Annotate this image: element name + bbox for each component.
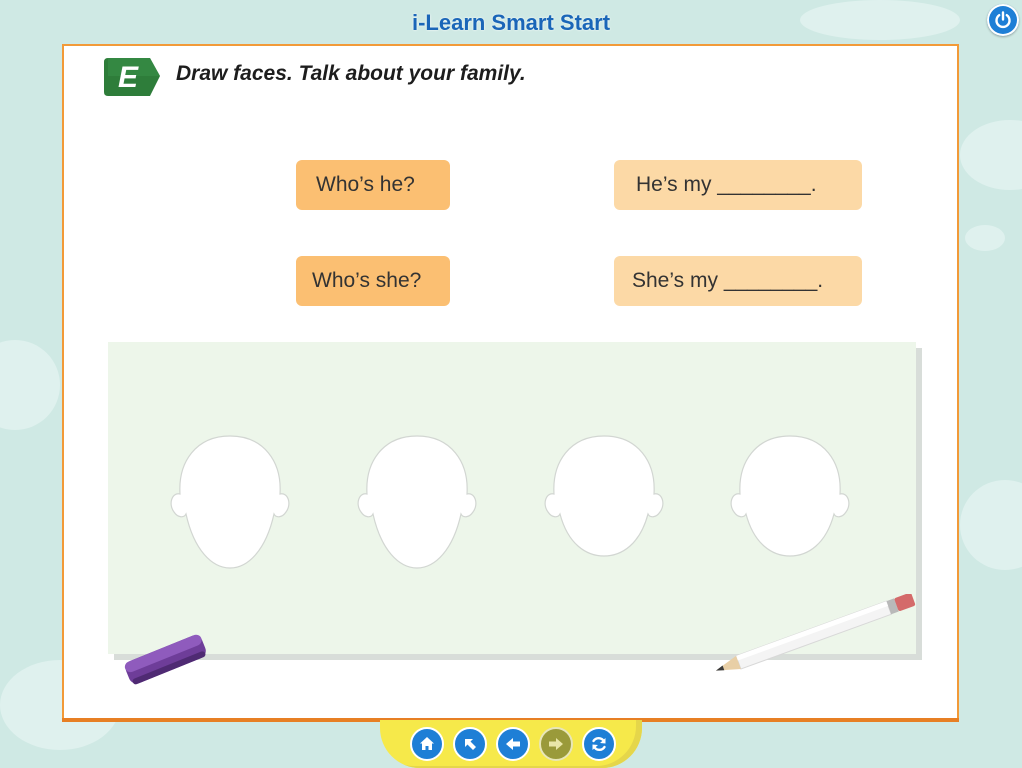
face-outline-2[interactable] [355, 432, 479, 572]
background-cloud [960, 480, 1022, 570]
background-cloud [960, 120, 1022, 190]
bubble-text: She’s my ________. [632, 269, 824, 292]
up-button[interactable] [453, 727, 487, 761]
background-cloud [0, 340, 60, 430]
power-button[interactable] [987, 4, 1019, 36]
home-icon [420, 737, 434, 750]
back-button[interactable] [496, 727, 530, 761]
home-button[interactable] [410, 727, 444, 761]
refresh-icon [592, 736, 606, 752]
navigation-bar [380, 720, 642, 768]
exercise-badge: E [104, 56, 162, 100]
instruction-text: Draw faces. Talk about your family. [176, 62, 526, 85]
face-outline-4[interactable] [728, 432, 852, 572]
bubble-text: He’s my ________. [636, 173, 817, 196]
speech-bubble-answer-he: He’s my ________. [614, 160, 862, 210]
badge-letter: E [117, 61, 138, 94]
power-icon [995, 11, 1011, 29]
speech-bubble-answer-she: She’s my ________. [614, 256, 862, 306]
pencil-tool[interactable] [704, 594, 924, 678]
exercise-page: E Draw faces. Talk about your family. Wh… [62, 44, 959, 720]
bubble-text: Who’s she? [312, 269, 422, 292]
background-cloud [965, 225, 1005, 251]
arrow-right-icon [549, 738, 563, 750]
speech-bubble-question-he: Who’s he? [296, 160, 450, 210]
speech-bubble-question-she: Who’s she? [296, 256, 450, 306]
next-button[interactable] [539, 727, 573, 761]
app-title: i-Learn Smart Start [411, 10, 611, 35]
arrow-up-left-icon [465, 739, 476, 750]
bubble-text: Who’s he? [316, 173, 415, 196]
refresh-button[interactable] [582, 727, 616, 761]
face-outline-3[interactable] [542, 432, 666, 572]
eraser-tool[interactable] [118, 628, 210, 688]
arrow-left-icon [506, 738, 520, 750]
face-outline-1[interactable] [168, 432, 292, 572]
